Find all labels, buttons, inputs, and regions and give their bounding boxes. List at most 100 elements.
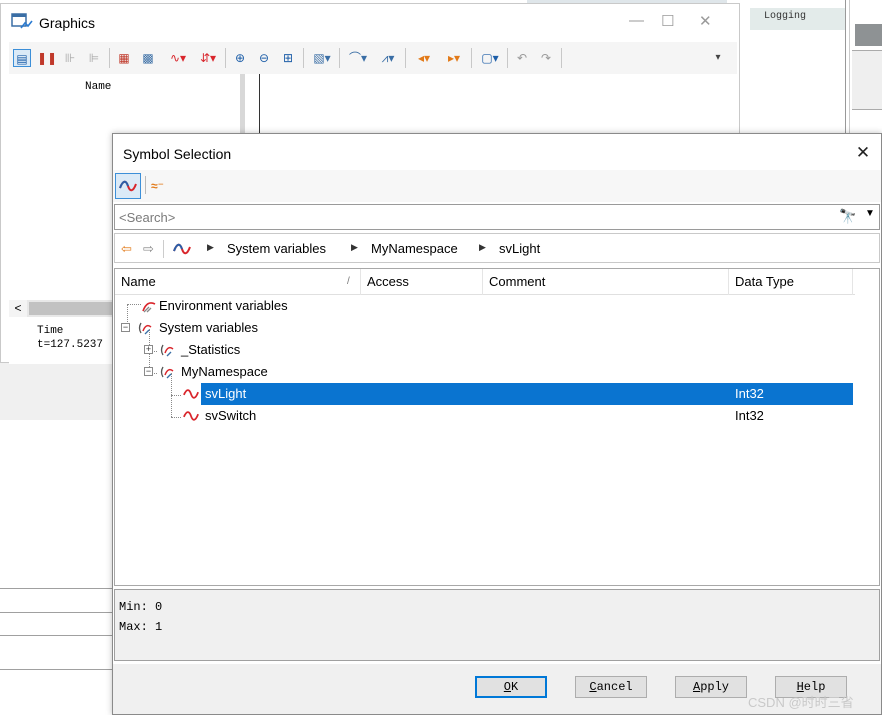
- background-panel: [0, 360, 114, 420]
- column-header-name[interactable]: Name: [115, 269, 361, 295]
- time-label: Time: [37, 325, 64, 337]
- environment-variables-icon: [142, 302, 156, 313]
- redo-icon[interactable]: ↷: [537, 49, 555, 67]
- breadcrumb-separator-icon[interactable]: ▶: [207, 242, 214, 253]
- breadcrumb: ⇦ ⇨ ▶ System variables ▶ MyNamespace ▶ s…: [114, 233, 880, 263]
- graphics-toolbar: ▤ ❚❚ ⊪ ⊫ ▦ ▩ ∿▾ ⇵▾ ⊕ ⊖ ⊞ ▧▾ ⌒▾ ⩘▾ ◂▾ ▸▾ …: [9, 42, 737, 74]
- zoom-out-icon[interactable]: ⊖: [255, 49, 273, 67]
- breadcrumb-separator-icon[interactable]: ▶: [351, 242, 358, 253]
- cancel-button[interactable]: Cancel: [575, 676, 647, 698]
- max-value: Max: 1: [119, 620, 163, 634]
- background-grey-strip: [852, 50, 882, 110]
- namespace-icon: [160, 344, 174, 357]
- signal-icon: [183, 411, 199, 421]
- zoom-in-icon[interactable]: ⊕: [231, 49, 249, 67]
- back-icon[interactable]: ⇦: [121, 241, 132, 257]
- step-back-icon[interactable]: ◂▾: [411, 49, 437, 67]
- background-dark-strip: [855, 24, 882, 46]
- namespace-icon: [160, 366, 174, 379]
- apply-button[interactable]: Apply: [675, 676, 747, 698]
- tree-row[interactable]: + _Statistics: [115, 339, 855, 361]
- collapse-icon[interactable]: −: [121, 323, 130, 332]
- symbol-tree-table: Name / Access Comment Data Type Environm…: [114, 268, 880, 586]
- search-box: 🔭 ▼: [114, 204, 880, 230]
- toolbar-overflow-icon[interactable]: ▾: [709, 49, 727, 67]
- binoculars-icon[interactable]: 🔭: [839, 208, 856, 225]
- sort-icon: /: [347, 276, 350, 287]
- signal-layout-icon[interactable]: ▦: [115, 49, 133, 67]
- name-column-header[interactable]: Name: [85, 81, 111, 93]
- symbol-info-panel: Min: 0 Max: 1: [114, 589, 880, 661]
- tree-row-label: System variables: [159, 320, 258, 335]
- signal-icon: [183, 389, 199, 399]
- marker-icon[interactable]: ⌒▾: [345, 49, 371, 67]
- collapse-all-icon[interactable]: ≈⁻: [151, 175, 173, 197]
- undo-icon[interactable]: ↶: [513, 49, 531, 67]
- line-style-icon[interactable]: ∿▾: [165, 49, 191, 67]
- measure2-icon[interactable]: ⊫: [85, 49, 103, 67]
- measure-icon[interactable]: ⊪: [61, 49, 79, 67]
- axis-icon[interactable]: ▩: [139, 49, 157, 67]
- system-variables-icon: [138, 322, 152, 335]
- logging-panel-label: Logging: [764, 11, 807, 22]
- background-divider: [0, 635, 114, 636]
- scroll-left-icon[interactable]: <: [9, 300, 27, 317]
- background-divider: [0, 612, 114, 613]
- dialog-toolbar: ≈⁻: [113, 170, 881, 202]
- dialog-title: Symbol Selection: [123, 146, 232, 162]
- time-value: t=127.5237: [37, 339, 104, 351]
- symbol-selection-dialog: Symbol Selection ✕ ≈⁻ 🔭 ▼ ⇦ ⇨ ▶ System v…: [112, 133, 882, 715]
- chevron-down-icon[interactable]: ▼: [865, 208, 875, 219]
- column-header-access[interactable]: Access: [361, 269, 483, 295]
- background-logging-panel[interactable]: Logging: [750, 8, 845, 30]
- forward-icon[interactable]: ⇨: [143, 241, 154, 257]
- expand-icon[interactable]: +: [144, 345, 153, 354]
- column-header-data-type[interactable]: Data Type: [729, 269, 853, 295]
- table-header: Name / Access Comment Data Type: [115, 269, 855, 295]
- fit-xy-icon[interactable]: ⇵▾: [195, 49, 221, 67]
- tree-row-label: Environment variables: [159, 298, 288, 313]
- tree-row-label: _Statistics: [181, 342, 241, 357]
- tree-row[interactable]: svSwitch Int32: [181, 405, 853, 427]
- minimize-icon[interactable]: —: [629, 12, 644, 29]
- tree-row-selected[interactable]: svLight Int32: [181, 383, 853, 405]
- toolbar-separator: [145, 176, 146, 194]
- background-divider: [0, 669, 114, 670]
- graphics-window-icon: [11, 13, 33, 29]
- breadcrumb-item[interactable]: MyNamespace: [371, 241, 458, 256]
- zoom-area-icon[interactable]: ⊞: [279, 49, 297, 67]
- tree-row-data-type: Int32: [735, 386, 764, 401]
- breadcrumb-item[interactable]: svLight: [499, 241, 540, 256]
- watermark: CSDN @时时三省: [748, 695, 854, 710]
- breadcrumb-item[interactable]: System variables: [227, 241, 326, 256]
- collapse-icon[interactable]: −: [144, 367, 153, 376]
- tree-row-data-type: Int32: [735, 408, 764, 423]
- tree-row-label: svSwitch: [205, 408, 257, 423]
- background-divider: [0, 588, 114, 589]
- signal-icon: [119, 180, 137, 192]
- close-icon[interactable]: ✕: [699, 12, 712, 30]
- legend-toggle-icon[interactable]: ▤: [13, 49, 31, 67]
- signal-filter-button[interactable]: [115, 173, 141, 199]
- tree-row[interactable]: Environment variables: [115, 295, 855, 317]
- window-layout-icon[interactable]: ▢▾: [477, 49, 503, 67]
- graph-type-icon[interactable]: ▧▾: [309, 49, 335, 67]
- step-forward-icon[interactable]: ▸▾: [441, 49, 467, 67]
- graphics-titlebar[interactable]: Graphics — ☐ ✕: [1, 4, 739, 40]
- ok-button[interactable]: OK: [475, 676, 547, 698]
- search-input[interactable]: [117, 207, 817, 227]
- cursor-icon[interactable]: ⩘▾: [375, 49, 401, 67]
- tree-row[interactable]: − System variables: [115, 317, 855, 339]
- column-header-comment[interactable]: Comment: [483, 269, 729, 295]
- graphics-window-title: Graphics: [39, 15, 96, 31]
- min-value: Min: 0: [119, 600, 163, 614]
- tree-row-label: MyNamespace: [181, 364, 268, 379]
- tree-row-label: svLight: [205, 386, 247, 401]
- dialog-close-icon[interactable]: ✕: [851, 142, 875, 166]
- breadcrumb-separator-icon[interactable]: ▶: [479, 242, 486, 253]
- pause-icon[interactable]: ❚❚: [37, 49, 57, 67]
- tree-row[interactable]: − MyNamespace: [115, 361, 855, 383]
- selection-highlight: [427, 383, 853, 405]
- maximize-icon[interactable]: ☐: [661, 12, 674, 30]
- signal-root-icon[interactable]: [173, 242, 191, 256]
